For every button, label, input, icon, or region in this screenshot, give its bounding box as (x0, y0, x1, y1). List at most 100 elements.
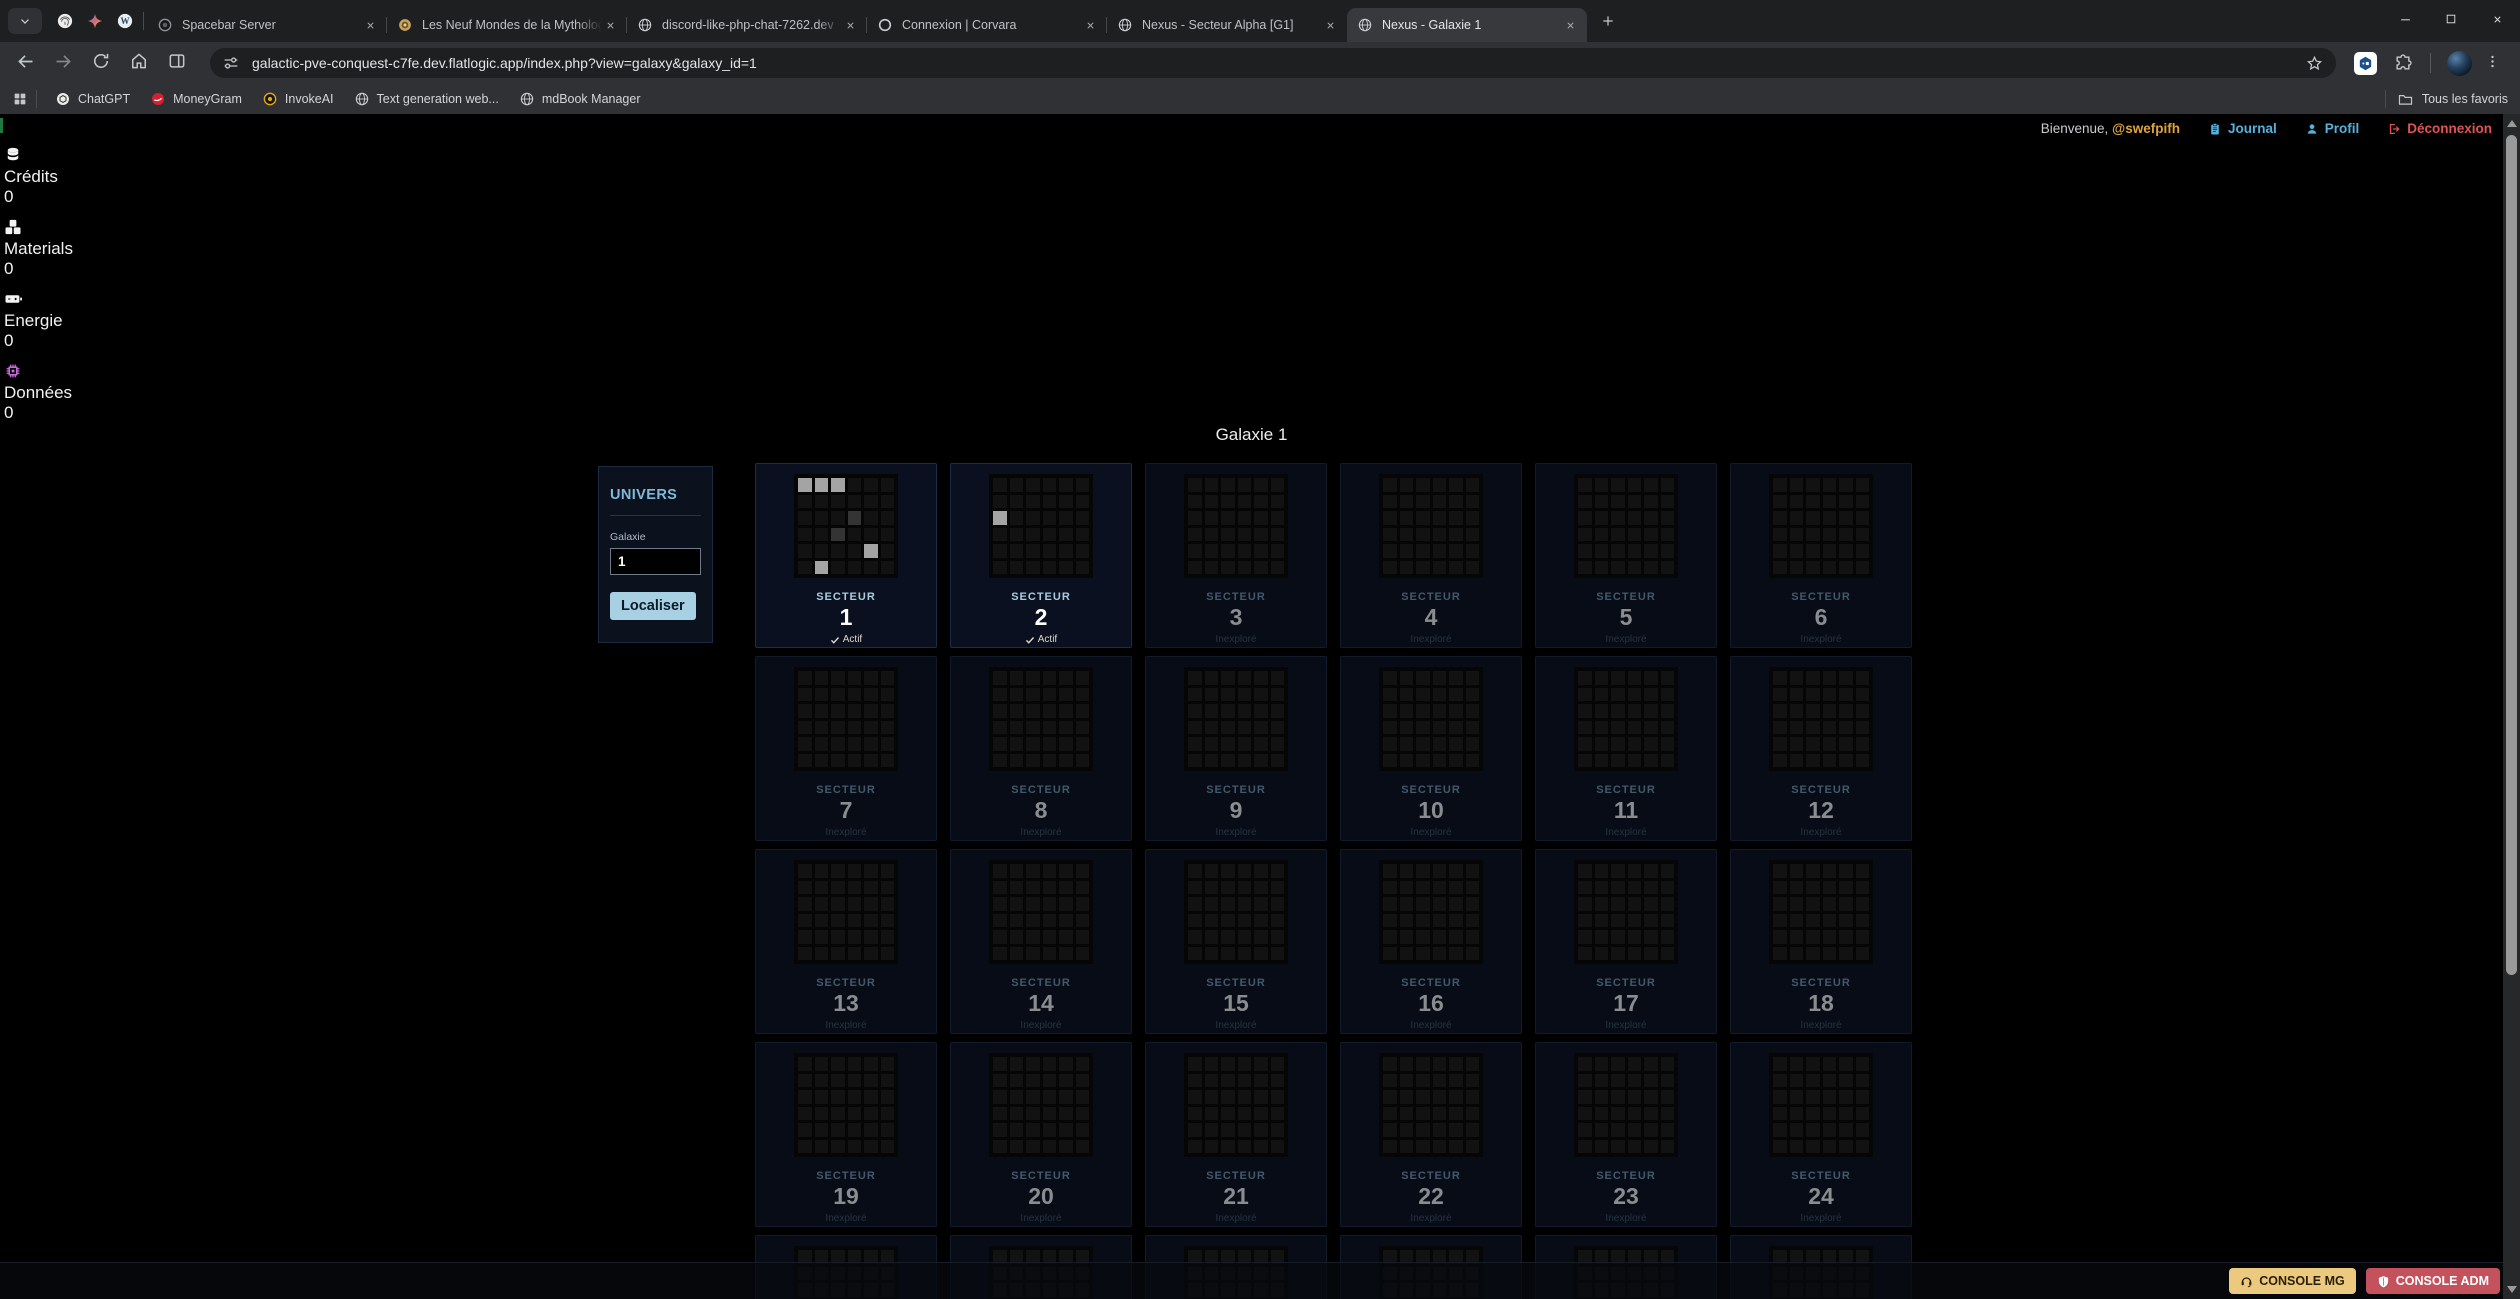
bot-extension-icon[interactable] (2354, 52, 2377, 75)
scroll-down-arrow[interactable] (2507, 1286, 2517, 1293)
grid-cell (1059, 1074, 1073, 1088)
bookmark-item[interactable]: ChatGPT (55, 91, 130, 107)
page-scrollbar[interactable] (2503, 114, 2520, 1299)
sector-card-11[interactable]: SECTEUR11Inexploré (1535, 656, 1717, 841)
sector-card-24[interactable]: SECTEUR24Inexploré (1730, 1042, 1912, 1227)
grid-cell (1773, 864, 1787, 878)
all-bookmarks-label[interactable]: Tous les favoris (2422, 92, 2508, 106)
console-adm-button[interactable]: CONSOLE ADM (2366, 1268, 2500, 1294)
tab-5[interactable]: Nexus - Secteur Alpha [G1] (1107, 8, 1347, 42)
sector-card-17[interactable]: SECTEUR17Inexploré (1535, 849, 1717, 1034)
tab-close-icon[interactable] (1322, 17, 1339, 34)
browser-menu-icon[interactable] (2484, 53, 2504, 73)
grid-cell (1416, 478, 1430, 492)
bookmark-item[interactable]: MoneyGram (150, 91, 242, 107)
tab-title: Spacebar Server (182, 18, 362, 32)
sector-card-18[interactable]: SECTEUR18Inexploré (1730, 849, 1912, 1034)
url-text[interactable]: galactic-pve-conquest-c7fe.dev.flatlogic… (252, 55, 2305, 71)
apps-grid-icon[interactable] (12, 91, 28, 107)
back-icon[interactable] (15, 51, 39, 75)
address-bar[interactable]: galactic-pve-conquest-c7fe.dev.flatlogic… (210, 48, 2336, 78)
sector-status: Inexploré (1605, 1213, 1646, 1224)
journal-link[interactable]: Journal (2208, 121, 2277, 136)
grid-cell (1043, 1057, 1057, 1071)
tab-6[interactable]: Nexus - Galaxie 1 (1347, 8, 1587, 42)
sector-card-19[interactable]: SECTEUR19Inexploré (755, 1042, 937, 1227)
close-window-button[interactable] (2474, 0, 2520, 38)
grid-cell (1773, 1074, 1787, 1088)
site-settings-icon[interactable] (222, 54, 240, 72)
grid-cell (1644, 1123, 1658, 1137)
sector-card-22[interactable]: SECTEUR22Inexploré (1340, 1042, 1522, 1227)
maximize-button[interactable] (2428, 0, 2474, 38)
grid-cell (864, 528, 878, 542)
reload-icon[interactable] (91, 51, 115, 75)
tab-2[interactable]: Les Neuf Mondes de la Mythologie (387, 8, 627, 42)
tab-close-icon[interactable] (1082, 17, 1099, 34)
grid-cell (848, 1123, 862, 1137)
grid-cell (848, 1090, 862, 1104)
sector-card-10[interactable]: SECTEUR10Inexploré (1340, 656, 1522, 841)
sector-card-9[interactable]: SECTEUR9Inexploré (1145, 656, 1327, 841)
tab-close-icon[interactable] (602, 17, 619, 34)
forward-icon[interactable] (53, 51, 77, 75)
tab-close-icon[interactable] (362, 17, 379, 34)
grid-cell (1433, 511, 1447, 525)
profil-link[interactable]: Profil (2305, 121, 2360, 136)
sector-card-16[interactable]: SECTEUR16Inexploré (1340, 849, 1522, 1034)
tab-close-icon[interactable] (842, 17, 859, 34)
localiser-button[interactable]: Localiser (610, 592, 696, 620)
bookmark-item[interactable]: InvokeAI (262, 91, 334, 107)
sector-card-5[interactable]: SECTEUR5Inexploré (1535, 463, 1717, 648)
bookmark-star-icon[interactable] (2305, 54, 2324, 73)
grid-cell (993, 1090, 1007, 1104)
sector-card-2[interactable]: SECTEUR2Actif (950, 463, 1132, 648)
profile-avatar[interactable] (2447, 51, 2472, 76)
sector-card-21[interactable]: SECTEUR21Inexploré (1145, 1042, 1327, 1227)
grid-cell (1790, 528, 1804, 542)
grid-cell (1271, 528, 1285, 542)
tab-search-button[interactable] (8, 8, 42, 34)
tab-4[interactable]: Connexion | Corvara (867, 8, 1107, 42)
tab-close-icon[interactable] (1562, 17, 1579, 34)
sector-card-12[interactable]: SECTEUR12Inexploré (1730, 656, 1912, 841)
console-mg-button[interactable]: CONSOLE MG (2229, 1268, 2355, 1294)
sector-card-15[interactable]: SECTEUR15Inexploré (1145, 849, 1327, 1034)
extensions-puzzle-icon[interactable] (2393, 53, 2414, 74)
sector-card-3[interactable]: SECTEUR3Inexploré (1145, 463, 1327, 648)
sector-card-23[interactable]: SECTEUR23Inexploré (1535, 1042, 1717, 1227)
grid-cell (1856, 930, 1870, 944)
sector-card-6[interactable]: SECTEUR6Inexploré (1730, 463, 1912, 648)
sector-card-1[interactable]: SECTEUR1Actif (755, 463, 937, 648)
tab-1[interactable]: Spacebar Server (147, 8, 387, 42)
sector-card-20[interactable]: SECTEUR20Inexploré (950, 1042, 1132, 1227)
grid-cell (1059, 511, 1073, 525)
tab-3[interactable]: discord-like-php-chat-7262.dev (627, 8, 867, 42)
pinned-tab-wordpress-icon[interactable]: W (110, 6, 140, 36)
pinned-tab-gemini-icon[interactable] (80, 6, 110, 36)
reading-list-icon[interactable] (167, 51, 191, 75)
grid-cell (798, 1090, 812, 1104)
sector-card-4[interactable]: SECTEUR4Inexploré (1340, 463, 1522, 648)
globe-favicon (637, 17, 653, 33)
scrollbar-thumb[interactable] (2506, 135, 2517, 975)
grid-cell (1806, 754, 1820, 768)
bookmark-item[interactable]: Text generation web... (354, 91, 499, 107)
scroll-up-arrow[interactable] (2507, 120, 2517, 127)
sector-card-7[interactable]: SECTEUR7Inexploré (755, 656, 937, 841)
grid-cell (1400, 704, 1414, 718)
sector-card-14[interactable]: SECTEUR14Inexploré (950, 849, 1132, 1034)
grid-cell (1221, 881, 1235, 895)
grid-cell (848, 544, 862, 558)
logout-link[interactable]: Déconnexion (2387, 121, 2492, 136)
new-tab-button[interactable] (1593, 6, 1623, 36)
galaxy-input[interactable] (610, 548, 701, 575)
grid-cell (1400, 947, 1414, 961)
sector-card-8[interactable]: SECTEUR8Inexploré (950, 656, 1132, 841)
sector-card-13[interactable]: SECTEUR13Inexploré (755, 849, 937, 1034)
pinned-tab-fingerprint-icon[interactable] (50, 6, 80, 36)
minimize-button[interactable] (2382, 0, 2428, 38)
grid-cell (1839, 704, 1853, 718)
home-icon[interactable] (129, 51, 153, 75)
bookmark-item[interactable]: mdBook Manager (519, 91, 641, 107)
